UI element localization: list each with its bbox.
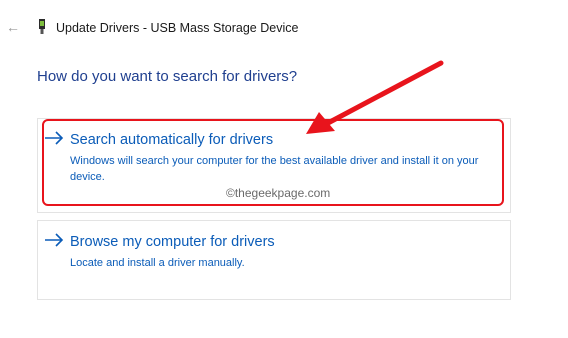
search-automatically-title: Search automatically for drivers [70,132,274,148]
search-automatically-description: Windows will search your computer for th… [70,155,479,183]
watermark-text: ©thegeekpage.com [226,186,331,200]
page-heading: How do you want to search for drivers? [37,68,298,85]
usb-device-icon [39,19,45,34]
browse-computer-title: Browse my computer for drivers [70,234,275,250]
browse-computer-description: Locate and install a driver manually. [70,257,245,269]
browse-computer-option[interactable]: Browse my computer for drivers Locate an… [37,220,511,300]
window-title: Update Drivers - USB Mass Storage Device [56,21,299,35]
back-arrow-icon[interactable]: ← [6,20,20,34]
arrow-right-icon [45,131,64,145]
arrow-right-icon [45,233,64,247]
title-bar: ← Update Drivers - USB Mass Storage Devi… [0,0,568,44]
